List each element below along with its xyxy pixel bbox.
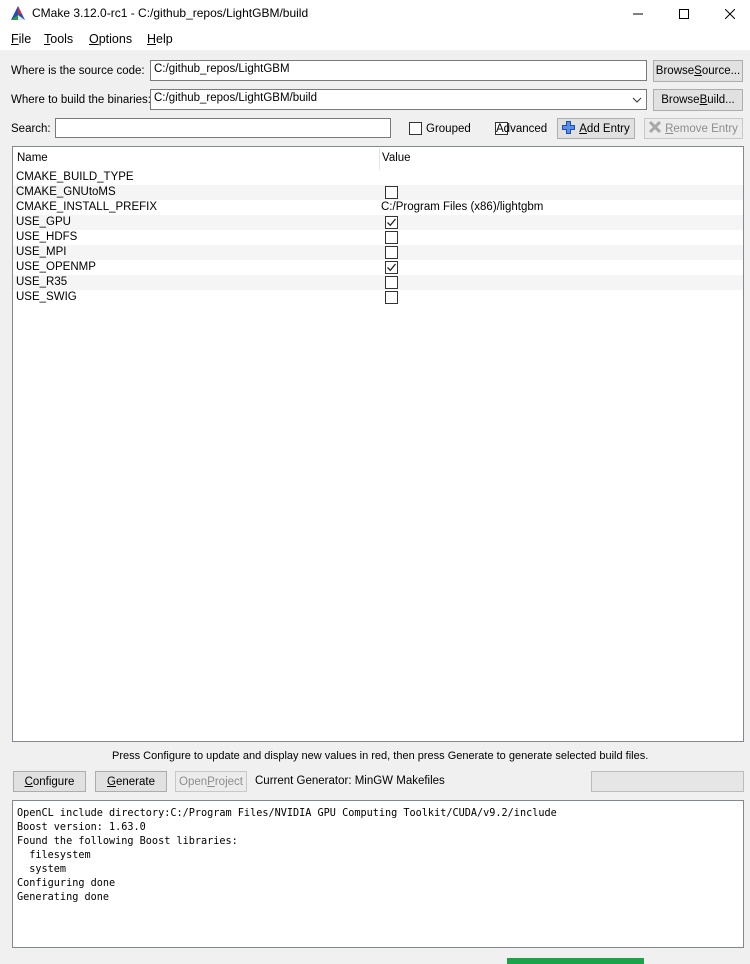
row-name: USE_SWIG: [16, 291, 77, 303]
chevron-down-icon[interactable]: [632, 95, 642, 105]
grouped-label: Grouped: [426, 123, 471, 135]
background-taskbar-strip: [507, 958, 644, 964]
menu-tools[interactable]: Tools: [44, 32, 73, 46]
table-row[interactable]: USE_MPI: [13, 245, 743, 260]
status-message: Press Configure to update and display ne…: [112, 750, 649, 762]
cache-variables-table[interactable]: Name Value CMAKE_BUILD_TYPE CMAKE_GNUtoM…: [12, 146, 744, 742]
build-label: Where to build the binaries:: [11, 94, 151, 106]
menu-help[interactable]: Help: [147, 32, 173, 46]
checkmark-icon: [387, 263, 397, 272]
search-label: Search:: [11, 123, 51, 135]
table-row[interactable]: USE_SWIG: [13, 290, 743, 305]
column-header-value[interactable]: Value: [382, 152, 411, 164]
menu-bar: File Tools Options Help: [0, 28, 750, 50]
row-name: USE_GPU: [16, 216, 71, 228]
remove-x-icon: [649, 120, 662, 136]
row-value[interactable]: C:/Program Files (x86)/lightgbm: [381, 201, 543, 213]
close-button[interactable]: [707, 0, 750, 28]
row-name: CMAKE_INSTALL_PREFIX: [16, 201, 158, 213]
table-row[interactable]: CMAKE_GNUtoMS: [13, 185, 743, 200]
advanced-label: Advanced: [496, 123, 548, 135]
table-row[interactable]: USE_GPU: [13, 215, 743, 230]
current-generator-label: Current Generator: MinGW Makefiles: [255, 775, 445, 787]
value-checkbox[interactable]: [385, 186, 398, 199]
log-line: Configuring done: [17, 878, 116, 889]
table-row[interactable]: CMAKE_INSTALL_PREFIX C:/Program Files (x…: [13, 200, 743, 215]
add-entry-button[interactable]: Add Entry: [557, 118, 635, 139]
log-line: OpenCL include directory:C:/Program File…: [17, 808, 557, 819]
cmake-triangle-icon: [11, 6, 25, 20]
plus-icon: [562, 120, 576, 137]
maximize-icon: [679, 9, 689, 19]
output-log[interactable]: OpenCL include directory:C:/Program File…: [12, 800, 744, 948]
table-row[interactable]: USE_OPENMP: [13, 260, 743, 275]
row-name: USE_MPI: [16, 246, 67, 258]
source-label: Where is the source code:: [11, 65, 145, 77]
row-name: USE_HDFS: [16, 231, 78, 243]
log-line: Boost version: 1.63.0: [17, 822, 146, 833]
value-checkbox-checked[interactable]: [385, 216, 398, 229]
row-name: CMAKE_BUILD_TYPE: [16, 171, 134, 183]
value-checkbox[interactable]: [385, 231, 398, 244]
log-line: system: [17, 864, 67, 875]
close-icon: [725, 9, 735, 19]
column-separator[interactable]: [379, 148, 380, 170]
menu-options[interactable]: Options: [89, 32, 132, 46]
minimize-button[interactable]: [615, 0, 661, 28]
table-header: Name Value: [13, 147, 743, 171]
build-path-combo[interactable]: C:/github_repos/LightGBM/build: [150, 89, 647, 110]
window-title: CMake 3.12.0-rc1 - C:/github_repos/Light…: [32, 6, 309, 20]
progress-bar: [591, 771, 744, 792]
value-checkbox[interactable]: [385, 246, 398, 259]
value-checkbox-checked[interactable]: [385, 261, 398, 274]
open-project-button[interactable]: Open Project: [175, 771, 247, 792]
value-checkbox[interactable]: [385, 291, 398, 304]
title-bar[interactable]: CMake 3.12.0-rc1 - C:/github_repos/Light…: [0, 0, 750, 28]
configure-button[interactable]: Configure: [13, 771, 86, 792]
maximize-button[interactable]: [661, 0, 707, 28]
search-input[interactable]: [55, 118, 391, 138]
table-row[interactable]: CMAKE_BUILD_TYPE: [13, 170, 743, 185]
grouped-checkbox[interactable]: [409, 122, 422, 135]
minimize-icon: [633, 13, 643, 15]
log-line: Generating done: [17, 892, 110, 903]
row-name: USE_R35: [16, 276, 68, 288]
row-name: USE_OPENMP: [16, 261, 96, 273]
log-line: filesystem: [17, 850, 91, 861]
remove-entry-button[interactable]: Remove Entry: [644, 118, 743, 139]
build-path-value: C:/github_repos/LightGBM/build: [154, 92, 318, 104]
generate-button[interactable]: Generate: [95, 771, 167, 792]
log-line: Found the following Boost libraries:: [17, 836, 238, 847]
table-row[interactable]: USE_R35: [13, 275, 743, 290]
row-name: CMAKE_GNUtoMS: [16, 186, 116, 198]
browse-build-button[interactable]: Browse Build...: [653, 89, 743, 111]
browse-source-button[interactable]: Browse Source...: [653, 60, 743, 82]
table-row[interactable]: USE_HDFS: [13, 230, 743, 245]
source-path-input[interactable]: C:/github_repos/LightGBM: [150, 60, 647, 81]
column-header-name[interactable]: Name: [17, 152, 48, 164]
menu-file[interactable]: File: [11, 32, 31, 46]
value-checkbox[interactable]: [385, 276, 398, 289]
checkmark-icon: [387, 218, 397, 227]
